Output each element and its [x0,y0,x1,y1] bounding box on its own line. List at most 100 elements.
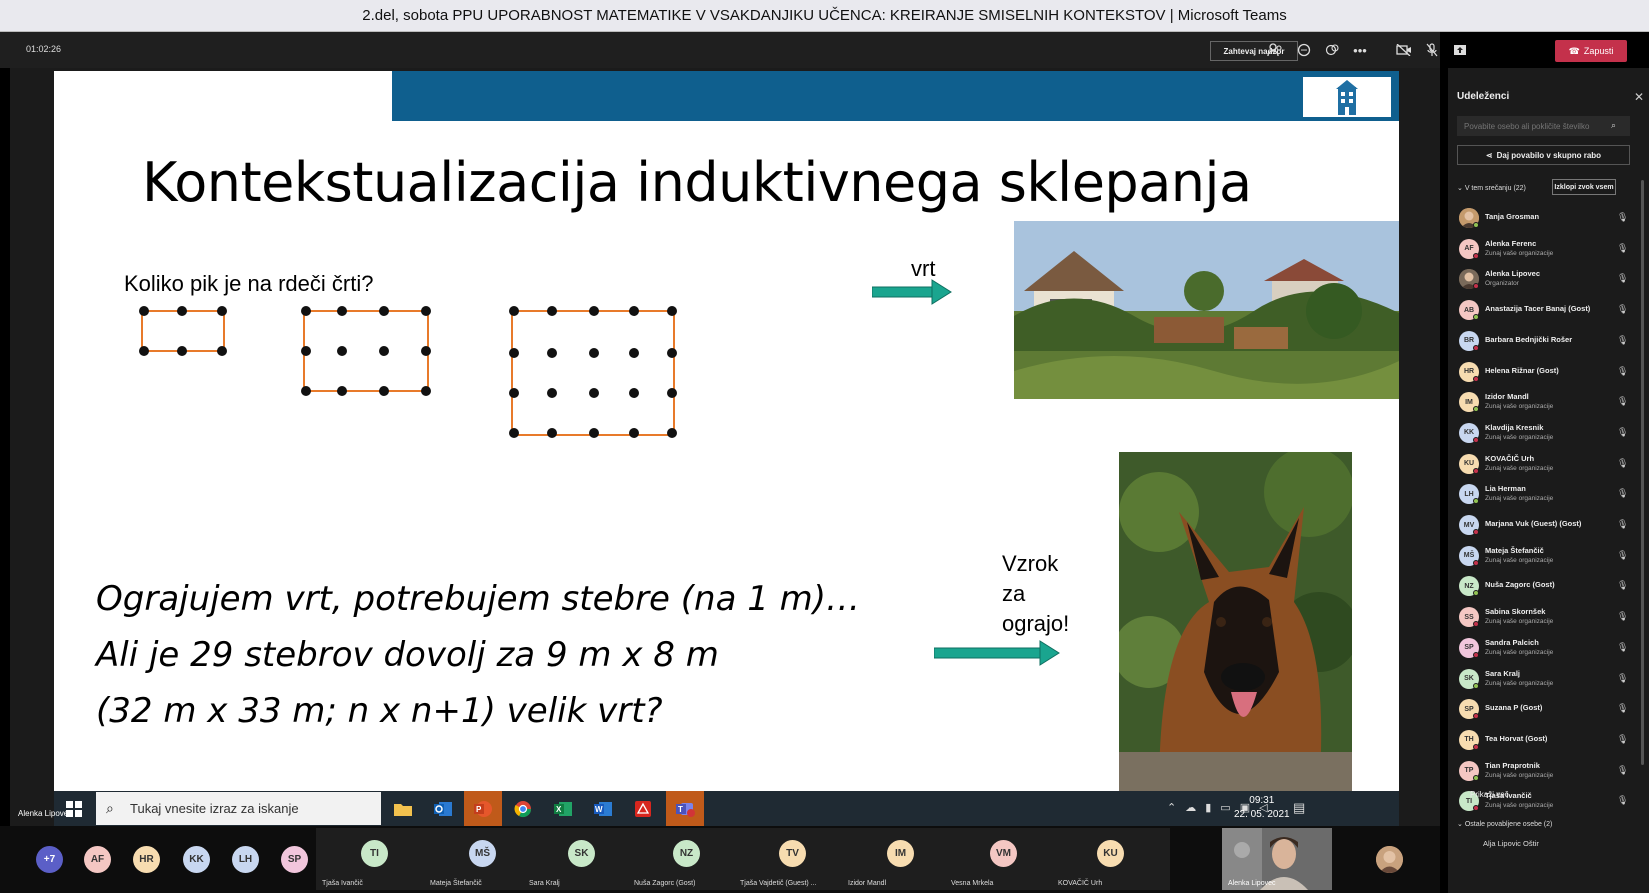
participant-row[interactable]: MV Marjana Vuk (Guest) (Gost) 🎙 [1457,511,1629,539]
notifications-icon[interactable]: ▤ [1293,800,1305,816]
participant-photo-avatar[interactable] [1376,846,1403,873]
participant-row[interactable]: AF Alenka Ferenc Zunaj vaše organizacije 🎙 [1457,235,1629,263]
excel-icon[interactable]: X [544,791,582,826]
clock-date: 22. 05. 2021 [1234,809,1290,820]
mic-off-icon[interactable]: 🎙 [1617,519,1628,530]
participant-row[interactable]: SS Sabina Skornšek Zunaj vaše organizacije… [1457,603,1629,631]
gallery-tile[interactable]: SK Sara Kralj [523,828,641,890]
participant-row[interactable]: SP Suzana P (Gost) 🎙 [1457,695,1629,723]
taskbar-clock[interactable]: 09:31 22. 05. 2021 [1234,794,1290,822]
mic-off-icon[interactable]: 🎙 [1617,273,1628,284]
mic-off-icon[interactable]: 🎙 [1617,550,1628,561]
gallery-tile[interactable]: IM Izidor Mandl [842,828,960,890]
panel-scrollbar[interactable] [1641,180,1644,765]
participant-row[interactable]: KU KOVAČIČ Urh Zunaj vaše organizacije 🎙 [1457,450,1629,478]
participant-role: Zunaj vaše organizacije [1485,802,1554,810]
mic-off-icon[interactable]: 🎙 [1617,304,1628,315]
slide-problem-line: (32 m x 33 m; n x n+1) velik vrt? [96,691,663,731]
file-explorer-icon[interactable] [384,791,422,826]
more-participants-badge[interactable]: +7 [36,846,63,873]
participant-row[interactable]: TP Tian Praprotnik Zunaj vaše organizacije… [1457,757,1629,785]
participants-icon[interactable] [1266,42,1284,58]
mic-off-icon[interactable]: 🎙 [1617,642,1628,653]
mic-off-icon[interactable]: 🎙 [1617,765,1628,776]
mic-off-icon[interactable]: 🎙 [1617,366,1628,377]
request-control-button[interactable]: Zahtevaj nadzor [1210,41,1298,61]
gallery-avatar[interactable]: SP [281,846,308,873]
chevron-up-icon[interactable]: ⌃ [1167,801,1176,814]
mute-all-button[interactable]: Izklopi zvok vsem [1552,179,1616,195]
participant-row[interactable]: LH Lia Herman Zunaj vaše organizacije 🎙 [1457,480,1629,508]
presentation-slide: Kontekstualizacija induktivnega sklepanj… [54,71,1399,791]
shared-windows-taskbar: ⌕ Tukaj vnesite izraz za iskanje P X W T… [54,791,1399,826]
participant-row[interactable]: SK Sara Kralj Zunaj vaše organizacije 🎙 [1457,665,1629,693]
word-icon[interactable]: W [584,791,622,826]
gallery-avatar[interactable]: KK [183,846,210,873]
mic-off-icon[interactable]: 🎙 [1617,611,1628,622]
share-screen-icon[interactable] [1451,42,1469,58]
mic-off-icon[interactable] [1423,42,1441,58]
reactions-icon[interactable] [1323,42,1341,58]
participant-row[interactable]: Alenka Lipovec Organizator 🎙 [1457,265,1629,293]
other-invited-section-header[interactable]: ⌄ Ostale povabljene osebe (2) [1457,820,1552,828]
onedrive-icon[interactable]: ☁ [1185,801,1196,814]
participant-name: Anastazija Tacer Banaj (Gost) [1485,304,1591,314]
microphone-icon[interactable]: ▮ [1205,801,1211,814]
mic-off-icon[interactable]: 🎙 [1617,488,1628,499]
outlook-icon[interactable] [424,791,462,826]
mic-off-icon[interactable]: 🎙 [1617,673,1628,684]
in-meeting-section-header[interactable]: ⌄ V tem srečanju (22) [1457,184,1526,192]
mic-off-icon[interactable]: 🎙 [1617,335,1628,346]
invited-person-name[interactable]: Alja Lipovic Oštir [1483,839,1539,848]
participant-row[interactable]: KK Klavdija Kresnik Zunaj vaše organizacij… [1457,419,1629,447]
participant-row[interactable]: AB Anastazija Tacer Banaj (Gost) 🎙 [1457,296,1629,324]
participant-row[interactable]: IM Izidor Mandl Zunaj vaše organizacije 🎙 [1457,388,1629,416]
participant-row[interactable]: NZ Nuša Zagorc (Gost) 🎙 [1457,572,1629,600]
chrome-icon[interactable] [504,791,542,826]
mic-off-icon[interactable]: 🎙 [1617,734,1628,745]
mic-off-icon[interactable]: 🎙 [1617,243,1628,254]
mic-off-icon[interactable]: 🎙 [1617,396,1628,407]
more-options-icon[interactable]: ••• [1351,42,1369,58]
invite-search-input[interactable] [1457,116,1630,136]
mic-off-icon[interactable]: 🎙 [1617,703,1628,714]
gallery-tile[interactable]: VM Vesna Mrkela [945,828,1063,890]
show-more-link[interactable]: Prikaži več [1470,790,1509,799]
gallery-avatar[interactable]: HR [133,846,160,873]
slide-problem-line: Ali je 29 stebrov dovolj za 9 m x 8 m [96,635,719,675]
mic-off-icon[interactable]: 🎙 [1617,458,1628,469]
mic-off-icon[interactable]: 🎙 [1617,427,1628,438]
participant-row[interactable]: HR Helena Rižnar (Gost) 🎙 [1457,358,1629,386]
participant-name: KOVAČIČ Urh [1485,453,1535,463]
mic-off-icon[interactable]: 🎙 [1617,212,1628,223]
gallery-tile[interactable]: NZ Nuša Zagorc (Gost) [628,828,746,890]
teams-icon[interactable]: T [666,791,704,826]
participant-row[interactable]: MŠ Mateja Štefančič Zunaj vaše organizacij… [1457,542,1629,570]
chat-icon[interactable] [1295,42,1313,58]
leave-button[interactable]: ☎ Zapusti [1555,40,1627,62]
gallery-tile[interactable]: KU KOVAČIČ Urh [1052,828,1170,890]
participant-row[interactable]: TH Tea Horvat (Gost) 🎙 [1457,726,1629,754]
participant-row[interactable]: Tanja Grosman 🎙 [1457,204,1629,232]
participant-row[interactable]: SP Sandra Palcich Zunaj vaše organizacije 🎙 [1457,634,1629,662]
gallery-tile[interactable]: TI Tjaša Ivančič [316,828,434,890]
gallery-tile[interactable]: TV Tjaša Vajdetič (Guest) ... [734,828,852,890]
participant-row[interactable]: BR Barbara Bednjički Rošer 🎙 [1457,327,1629,355]
gallery-avatar[interactable]: AF [84,846,111,873]
acrobat-icon[interactable] [624,791,662,826]
svg-text:P: P [476,805,482,814]
share-invite-button[interactable]: ⋖ Daj povabilo v skupno rabo [1457,145,1630,165]
powerpoint-icon[interactable]: P [464,791,502,826]
slide-banner [392,71,1399,121]
arrow-right-icon [934,640,1060,666]
camera-off-icon[interactable] [1395,42,1413,58]
taskbar-search-box[interactable]: ⌕ Tukaj vnesite izraz za iskanje [96,792,381,825]
battery-icon[interactable]: ▭ [1220,801,1230,814]
mic-off-icon[interactable]: 🎙 [1617,795,1628,806]
presence-status-icon [1473,467,1479,474]
mic-off-icon[interactable]: 🎙 [1617,580,1628,591]
close-icon[interactable]: ✕ [1634,90,1644,104]
gallery-avatar[interactable]: LH [232,846,259,873]
garden-photo [1014,221,1399,399]
gallery-tile-name: Mateja Štefančič [430,880,482,887]
